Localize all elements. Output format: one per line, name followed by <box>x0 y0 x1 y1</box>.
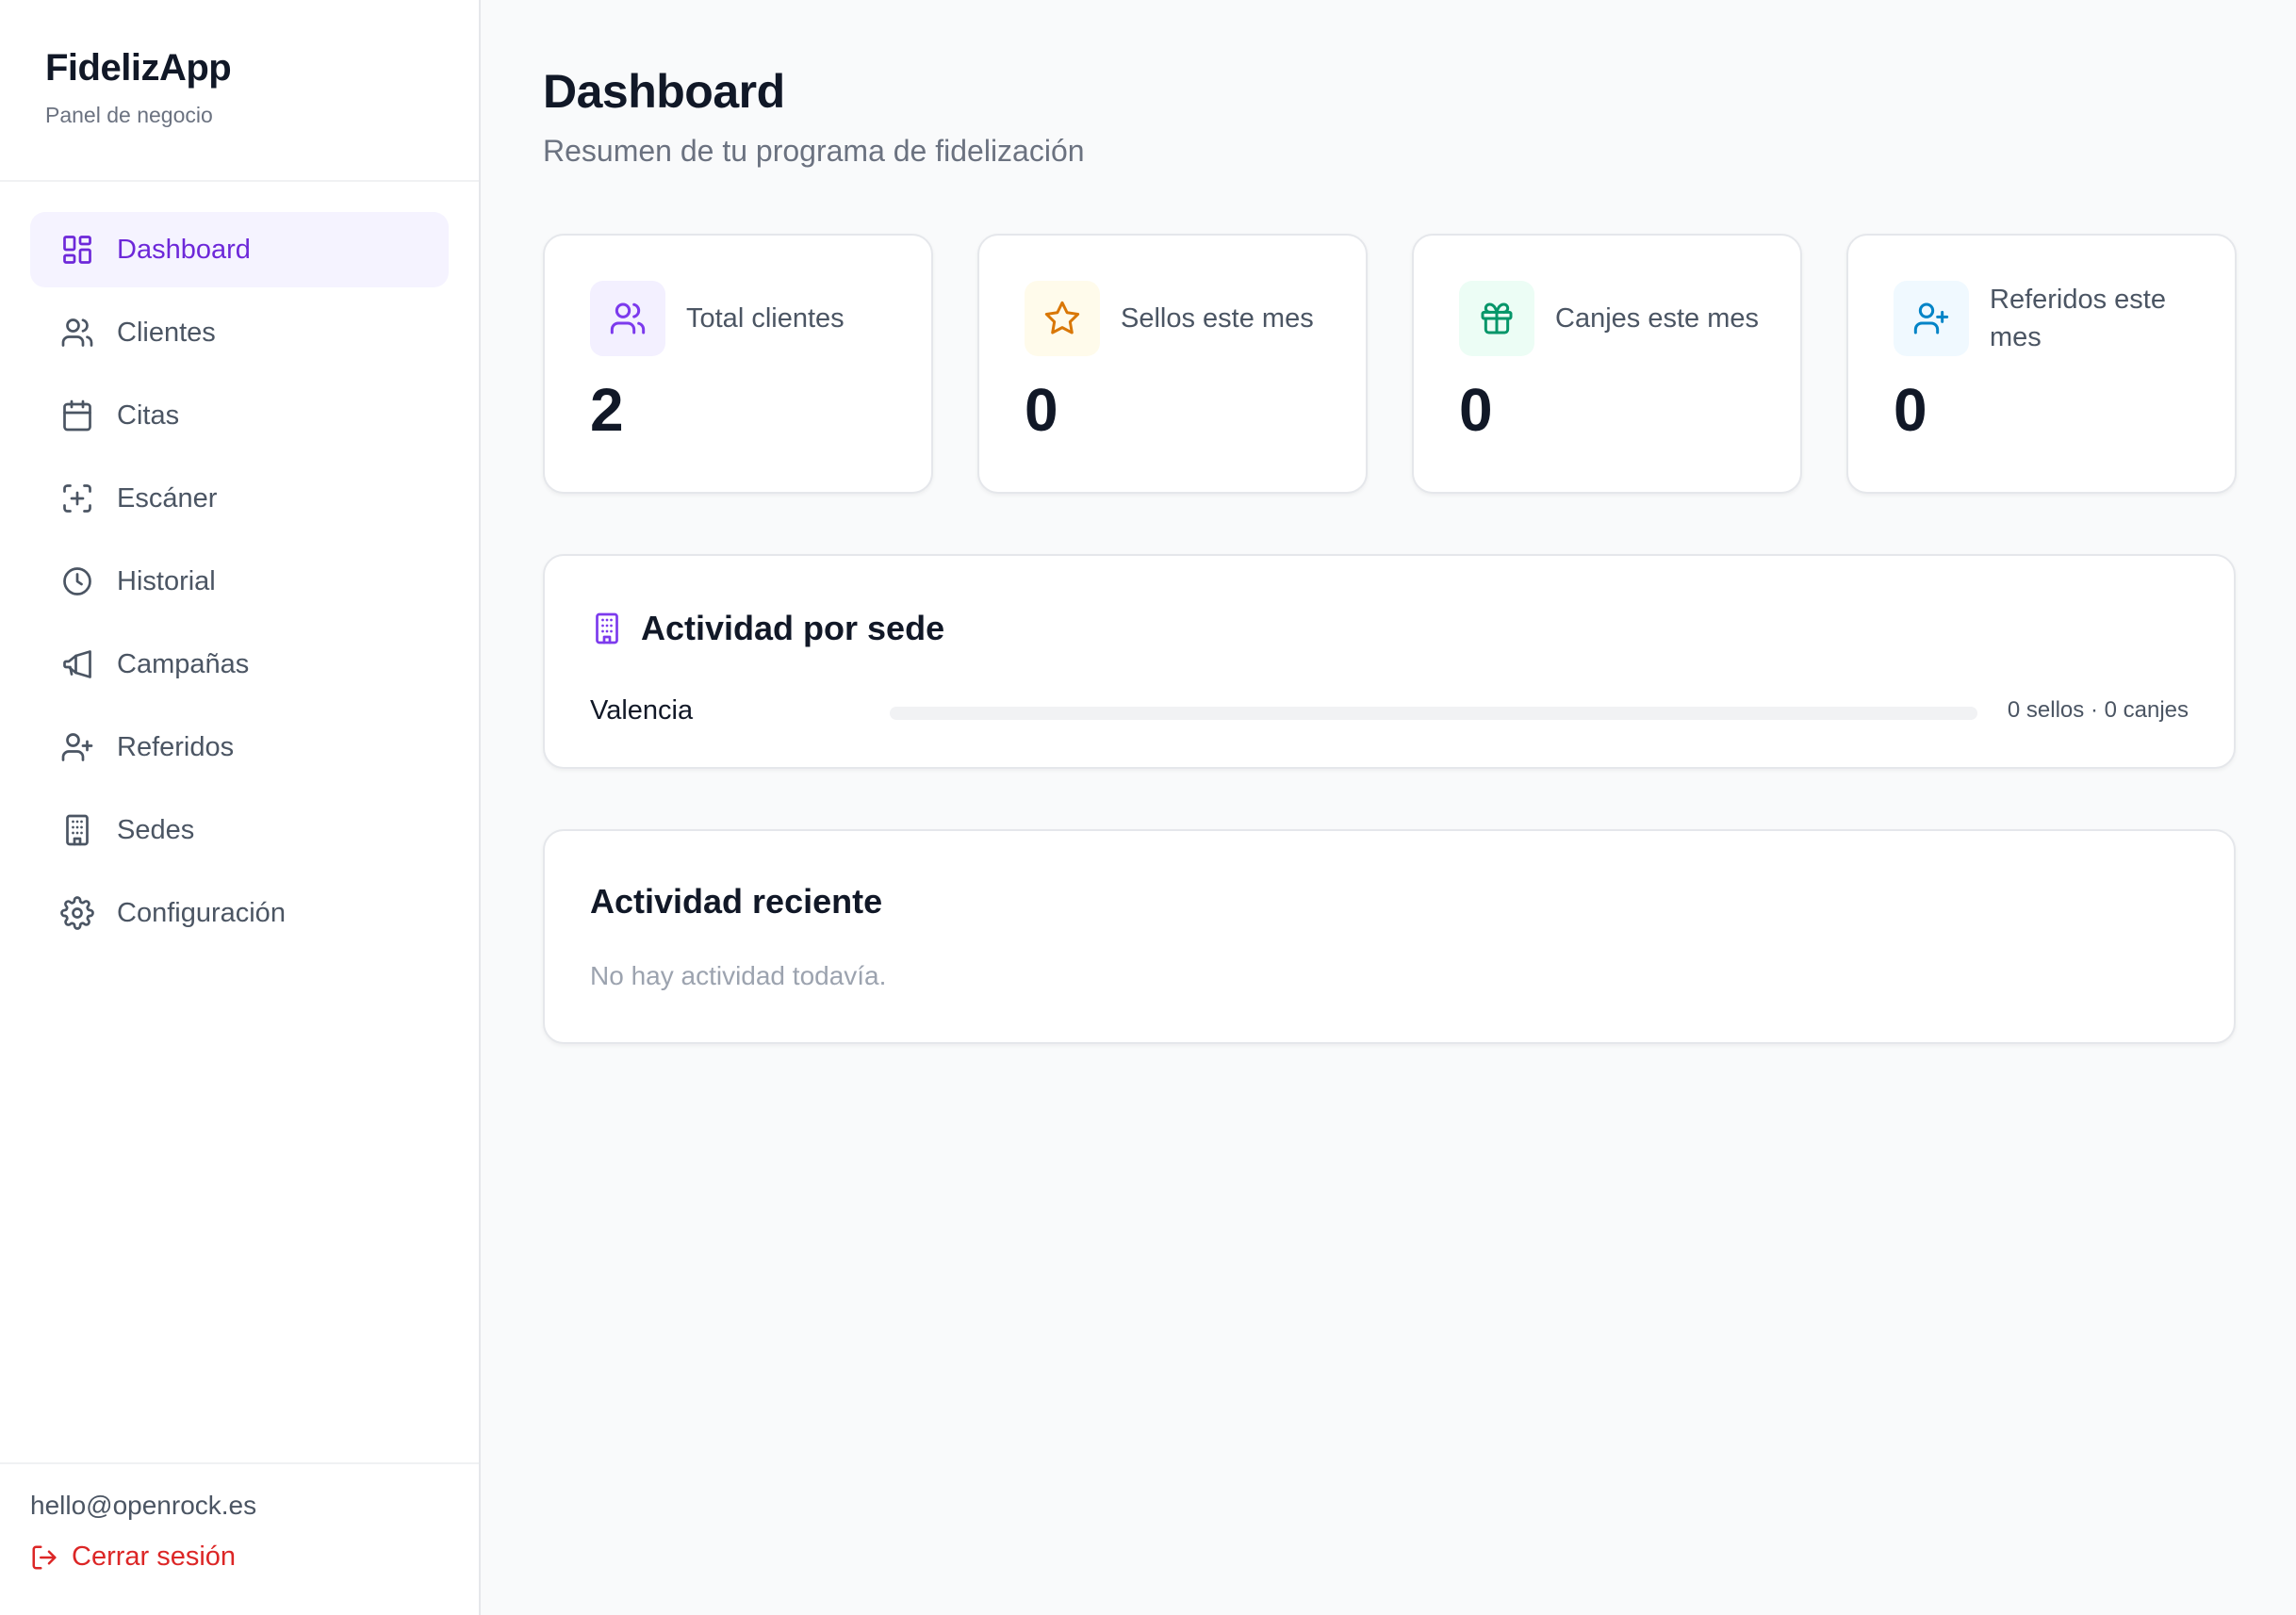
users-icon <box>590 281 665 356</box>
stat-label: Sellos este mes <box>1121 303 1314 334</box>
brand-name: FidelizApp <box>45 47 232 89</box>
stat-value: 0 <box>1894 376 1927 444</box>
brand-subtitle: Panel de negocio <box>45 103 213 127</box>
sidebar-item-label: Citas <box>117 400 180 431</box>
user-email: hello@openrock.es <box>30 1491 257 1520</box>
sidebar-item-label: Sedes <box>117 814 195 845</box>
scan-icon <box>60 481 94 515</box>
logout-button[interactable]: Cerrar sesión <box>30 1542 479 1573</box>
brand: FidelizApp Panel de negocio <box>0 0 479 182</box>
stat-value: 2 <box>590 376 624 444</box>
building-icon <box>60 813 94 847</box>
user-plus-icon <box>1894 281 1969 356</box>
star-icon <box>1025 281 1100 356</box>
clock-icon <box>60 564 94 598</box>
sidebar-item-label: Historial <box>117 565 216 596</box>
recent-activity-panel: Actividad reciente No hay actividad toda… <box>543 829 2236 1044</box>
sidebar-item-configuracion[interactable]: Configuración <box>30 875 449 951</box>
stat-card-total-clientes: Total clientes 2 <box>543 234 933 494</box>
sidebar-item-label: Dashboard <box>117 234 251 265</box>
stats-row: Total clientes 2 Sellos este mes 0 Canje… <box>543 234 2237 494</box>
sidebar-item-sedes[interactable]: Sedes <box>30 792 449 868</box>
page-title: Dashboard <box>543 65 785 118</box>
panel-title: Actividad reciente <box>590 882 883 921</box>
sidebar-item-label: Campañas <box>117 648 250 679</box>
stat-label: Canjes este mes <box>1555 303 1759 334</box>
panel-title-text: Actividad por sede <box>641 609 945 647</box>
panel-title: Actividad por sede <box>590 609 944 648</box>
sidebar-item-label: Escáner <box>117 482 218 514</box>
stat-value: 0 <box>1459 376 1493 444</box>
location-progress-bar <box>890 707 1977 720</box>
sidebar-item-label: Referidos <box>117 731 235 762</box>
location-row: Valencia 0 sellos · 0 canjes <box>590 690 2189 727</box>
empty-state-text: No hay actividad todavía. <box>590 961 887 990</box>
stat-card-canjes: Canjes este mes 0 <box>1412 234 1802 494</box>
building-icon <box>590 612 624 645</box>
users-icon <box>60 316 94 350</box>
sidebar-footer: hello@openrock.es Cerrar sesión <box>0 1462 479 1615</box>
sidebar-item-label: Configuración <box>117 897 286 928</box>
calendar-icon <box>60 399 94 432</box>
stat-card-referidos: Referidos este mes 0 <box>1846 234 2237 494</box>
stat-card-sellos: Sellos este mes 0 <box>977 234 1368 494</box>
sidebar-item-escaner[interactable]: Escáner <box>30 461 449 536</box>
gear-icon <box>60 896 94 930</box>
sidebar-item-referidos[interactable]: Referidos <box>30 710 449 785</box>
dashboard-icon <box>60 233 94 267</box>
user-plus-icon <box>60 730 94 764</box>
sidebar-item-citas[interactable]: Citas <box>30 378 449 453</box>
stat-label: Referidos este mes <box>1990 285 2166 352</box>
location-name: Valencia <box>590 695 694 726</box>
gift-icon <box>1459 281 1534 356</box>
location-stats: 0 sellos · 0 canjes <box>2007 697 2189 723</box>
stat-label: Total clientes <box>686 303 845 334</box>
logout-icon <box>30 1543 58 1572</box>
logout-label: Cerrar sesión <box>72 1542 237 1572</box>
stat-value: 0 <box>1025 376 1058 444</box>
megaphone-icon <box>60 647 94 681</box>
sidebar-item-clientes[interactable]: Clientes <box>30 295 449 370</box>
page-subtitle: Resumen de tu programa de fidelización <box>543 134 1085 168</box>
sidebar-nav: Dashboard Clientes Citas Escáner Histori… <box>0 182 479 951</box>
sidebar-item-label: Clientes <box>117 317 216 348</box>
sidebar-item-campanas[interactable]: Campañas <box>30 627 449 702</box>
sidebar-item-historial[interactable]: Historial <box>30 544 449 619</box>
sidebar-item-dashboard[interactable]: Dashboard <box>30 212 449 287</box>
sidebar: FidelizApp Panel de negocio Dashboard Cl… <box>0 0 481 1615</box>
activity-by-location-panel: Actividad por sede Valencia 0 sellos · 0… <box>543 554 2236 769</box>
